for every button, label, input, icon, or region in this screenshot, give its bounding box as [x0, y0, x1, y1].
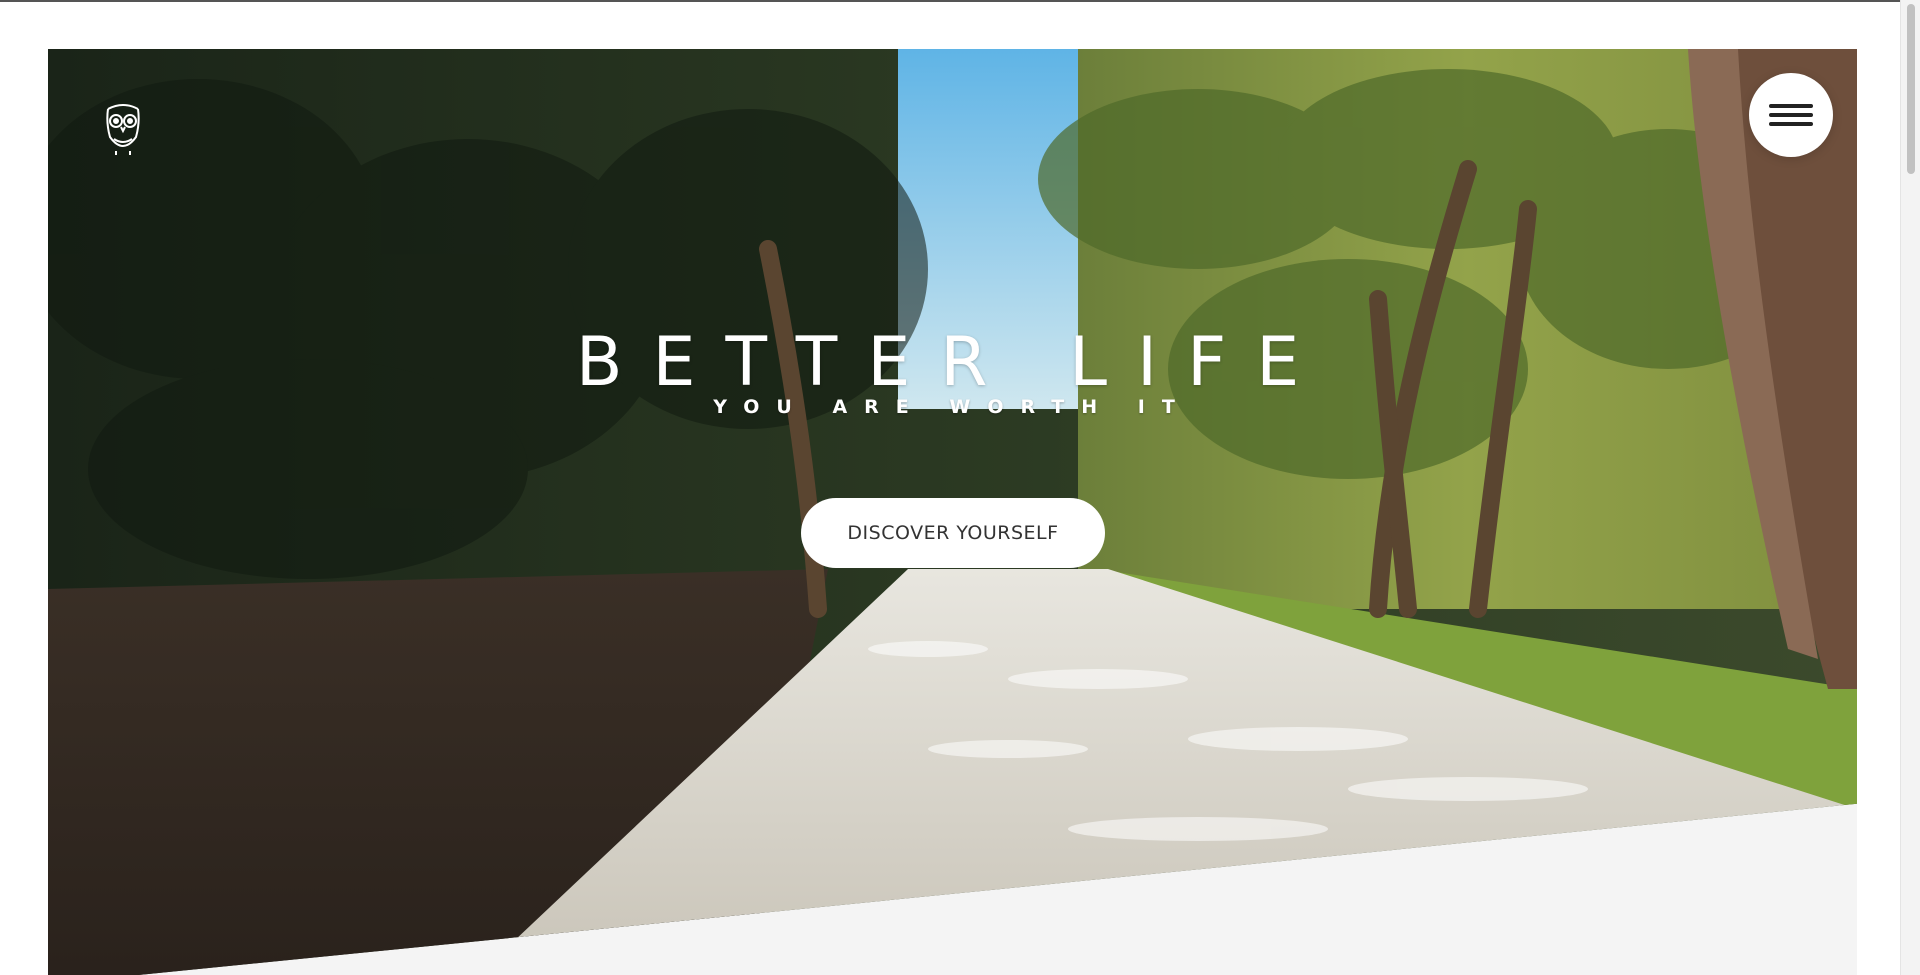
vertical-scrollbar[interactable]: [1900, 0, 1920, 975]
hamburger-menu-icon-bar: [1769, 122, 1813, 126]
owl-logo-icon[interactable]: [102, 99, 144, 157]
hamburger-menu-icon: [1769, 104, 1813, 108]
hamburger-menu-icon-bar: [1769, 113, 1813, 117]
hamburger-menu-button[interactable]: [1749, 73, 1833, 157]
window-top-border: [0, 0, 1900, 2]
hero-title: BETTER LIFE: [575, 323, 1330, 402]
hero-subtitle: YOU ARE WORTH IT: [713, 396, 1192, 418]
discover-yourself-button[interactable]: DISCOVER YOURSELF: [801, 498, 1105, 568]
hero-section: BETTER LIFE YOU ARE WORTH IT DISCOVER YO…: [48, 49, 1857, 975]
scrollbar-thumb[interactable]: [1907, 4, 1915, 174]
